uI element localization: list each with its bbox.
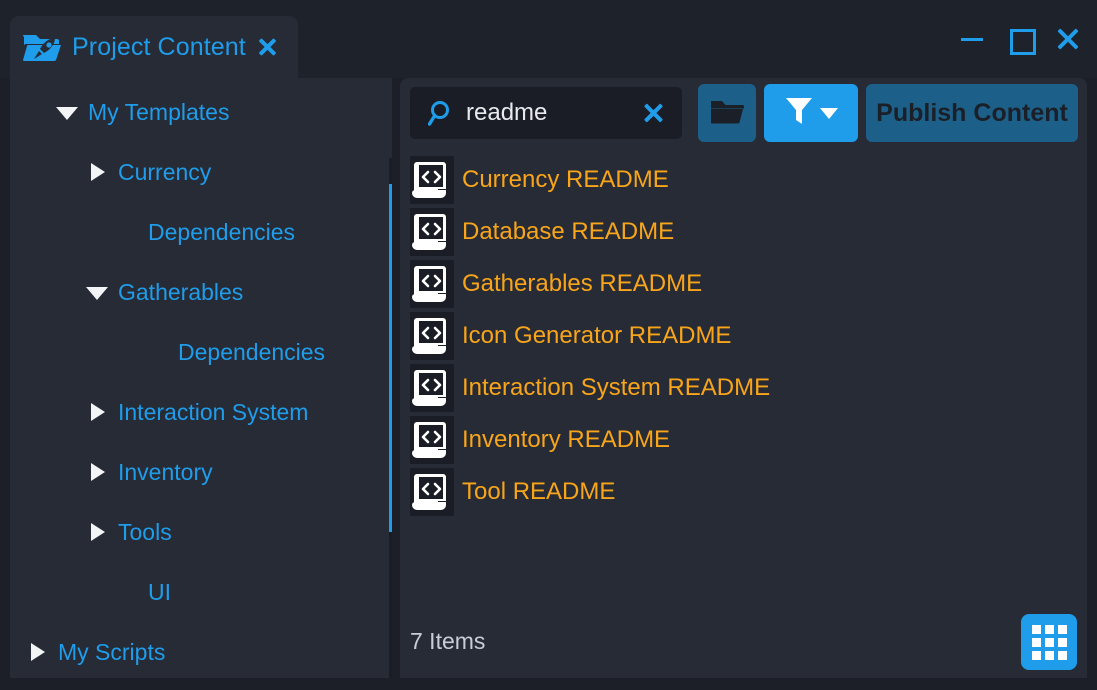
- file-name-label: Icon Generator README: [462, 322, 731, 350]
- file-name-label: Interaction System README: [462, 374, 770, 402]
- open-folder-button[interactable]: [698, 84, 756, 142]
- tree-item-label: My Scripts: [58, 639, 165, 666]
- file-list-item[interactable]: Gatherables README: [410, 260, 1070, 308]
- tree-item-label: Inventory: [118, 459, 213, 486]
- tree-item-label: Gatherables: [118, 279, 243, 306]
- tree-spacer: [144, 339, 170, 365]
- file-list-item[interactable]: Currency README: [410, 156, 1070, 204]
- file-list: Currency README Database README Gatherable…: [400, 146, 1087, 606]
- tree-item-my-scripts[interactable]: My Scripts: [10, 628, 386, 676]
- close-icon[interactable]: [1055, 26, 1081, 52]
- file-name-label: Tool README: [462, 478, 615, 506]
- file-list-item[interactable]: Interaction System README: [410, 364, 1070, 412]
- tree-item-dependencies[interactable]: Dependencies: [10, 208, 386, 256]
- tree-item-ui[interactable]: UI: [10, 568, 386, 616]
- chevron-right-icon[interactable]: [84, 519, 110, 545]
- search-input[interactable]: readme: [410, 87, 682, 139]
- script-file-icon: [410, 208, 454, 256]
- sidebar-scrollbar-thumb[interactable]: [389, 184, 392, 532]
- tree-item-label: Currency: [118, 159, 211, 186]
- tree-item-interaction-system[interactable]: Interaction System: [10, 388, 386, 436]
- chevron-down-icon[interactable]: [54, 99, 80, 125]
- folder-tree-panel: My Templates Currency Dependencies Gatherab…: [10, 78, 392, 678]
- script-file-icon: [410, 468, 454, 516]
- tree-item-my-templates[interactable]: My Templates: [10, 88, 386, 136]
- project-content-window: Project Content My Templates Currency Depe…: [0, 0, 1097, 690]
- window-controls: [959, 26, 1081, 52]
- file-name-label: Currency README: [462, 166, 669, 194]
- folder-icon: [710, 97, 744, 130]
- chevron-right-icon[interactable]: [84, 459, 110, 485]
- file-list-item[interactable]: Tool README: [410, 468, 1070, 516]
- clear-icon[interactable]: [642, 102, 664, 124]
- search-value: readme: [466, 99, 642, 127]
- chevron-right-icon[interactable]: [24, 639, 50, 665]
- script-file-icon: [410, 416, 454, 464]
- filter-button[interactable]: [764, 84, 858, 142]
- folder-tree: My Templates Currency Dependencies Gatherab…: [10, 78, 386, 658]
- file-list-item[interactable]: Database README: [410, 208, 1070, 256]
- script-file-icon: [410, 364, 454, 412]
- status-bar: 7 Items: [400, 606, 1087, 678]
- tree-item-tools[interactable]: Tools: [10, 508, 386, 556]
- tree-spacer: [114, 219, 140, 245]
- script-file-icon: [410, 156, 454, 204]
- title-bar: Project Content: [0, 0, 1097, 78]
- maximize-icon[interactable]: [1007, 26, 1033, 52]
- chevron-down-icon[interactable]: [820, 108, 838, 119]
- tab-project-content[interactable]: Project Content: [10, 16, 298, 78]
- tree-item-dependencies[interactable]: Dependencies: [10, 328, 386, 376]
- content-browser-panel: readme Publish Cont: [400, 78, 1087, 678]
- grid-view-button[interactable]: [1021, 614, 1077, 670]
- file-list-item[interactable]: Inventory README: [410, 416, 1070, 464]
- folder-rocket-icon: [22, 30, 62, 64]
- file-name-label: Inventory README: [462, 426, 670, 454]
- publish-content-button[interactable]: Publish Content: [866, 84, 1078, 142]
- tree-item-label: Dependencies: [148, 219, 295, 246]
- tree-item-label: UI: [148, 579, 171, 606]
- tree-item-label: My Templates: [88, 99, 229, 126]
- script-file-icon: [410, 260, 454, 308]
- chevron-right-icon[interactable]: [84, 399, 110, 425]
- tree-item-gatherables[interactable]: Gatherables: [10, 268, 386, 316]
- chevron-down-icon[interactable]: [84, 279, 110, 305]
- content-toolbar: readme Publish Cont: [400, 78, 1087, 146]
- minimize-icon[interactable]: [959, 26, 985, 52]
- tab-title: Project Content: [72, 33, 246, 62]
- tree-item-label: Tools: [118, 519, 172, 546]
- tab-close-icon[interactable]: [256, 36, 278, 58]
- chevron-right-icon[interactable]: [84, 159, 110, 185]
- grid-view-icon: [1032, 625, 1067, 660]
- filter-funnel-icon: [784, 95, 814, 132]
- tree-spacer: [114, 579, 140, 605]
- tree-item-inventory[interactable]: Inventory: [10, 448, 386, 496]
- tree-item-label: Dependencies: [178, 339, 325, 366]
- file-name-label: Database README: [462, 218, 674, 246]
- tree-item-label: Interaction System: [118, 399, 308, 426]
- item-count-label: 7 Items: [410, 628, 485, 655]
- file-name-label: Gatherables README: [462, 270, 702, 298]
- file-list-item[interactable]: Icon Generator README: [410, 312, 1070, 360]
- tree-item-currency[interactable]: Currency: [10, 148, 386, 196]
- script-file-icon: [410, 312, 454, 360]
- search-icon: [428, 99, 456, 127]
